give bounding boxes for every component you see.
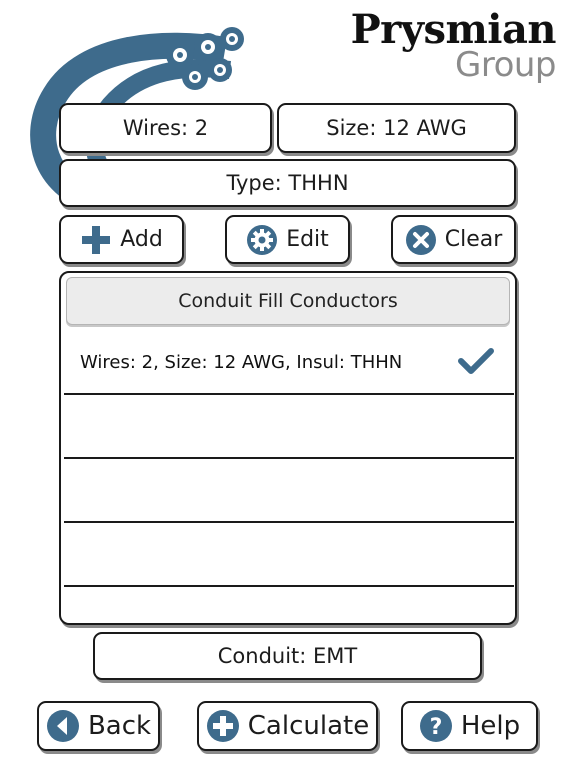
list-item[interactable]: Wires: 2, Size: 12 AWG, Insul: THHN	[64, 332, 514, 395]
plus-icon	[80, 224, 112, 256]
calculate-button-label: Calculate	[247, 711, 370, 741]
size-field[interactable]: Size: 12 AWG	[277, 103, 516, 153]
gear-icon	[246, 224, 278, 256]
brand-subname: Group	[454, 45, 557, 85]
calculate-button[interactable]: Calculate	[197, 701, 378, 751]
edit-button-label: Edit	[286, 227, 329, 252]
help-button[interactable]: ? Help	[401, 701, 538, 751]
type-field[interactable]: Type: THHN	[59, 159, 516, 207]
type-field-label: Type: THHN	[226, 171, 349, 195]
brand-name: Prysmian	[350, 6, 557, 53]
back-button[interactable]: Back	[37, 701, 160, 751]
svg-text:?: ?	[429, 715, 442, 740]
help-button-label: Help	[460, 711, 521, 741]
question-icon: ?	[419, 709, 453, 743]
back-arrow-icon	[46, 709, 80, 743]
edit-button[interactable]: Edit	[225, 215, 350, 264]
conduit-field[interactable]: Conduit: EMT	[93, 632, 482, 680]
wires-field[interactable]: Wires: 2	[59, 103, 272, 153]
back-button-label: Back	[87, 711, 152, 741]
conductors-list-header: Conduit Fill Conductors	[66, 277, 510, 325]
wires-field-label: Wires: 2	[122, 116, 209, 140]
brand-logo: Prysmian Group	[350, 6, 557, 85]
checkmark-icon	[458, 347, 494, 379]
clear-button-label: Clear	[444, 227, 503, 252]
clear-button[interactable]: Clear	[391, 215, 516, 264]
add-button-label: Add	[120, 227, 163, 252]
close-circle-icon	[405, 224, 437, 256]
list-item[interactable]	[64, 524, 514, 587]
conductors-list: Conduit Fill Conductors Wires: 2, Size: …	[59, 271, 517, 625]
list-item[interactable]	[64, 396, 514, 459]
plus-circle-icon	[206, 709, 240, 743]
add-button[interactable]: Add	[59, 215, 184, 264]
conduit-field-label: Conduit: EMT	[217, 644, 358, 668]
conductors-list-title: Conduit Fill Conductors	[178, 290, 398, 312]
size-field-label: Size: 12 AWG	[326, 116, 467, 140]
list-item[interactable]	[64, 588, 514, 623]
list-item[interactable]	[64, 460, 514, 523]
list-item-label: Wires: 2, Size: 12 AWG, Insul: THHN	[80, 352, 403, 373]
